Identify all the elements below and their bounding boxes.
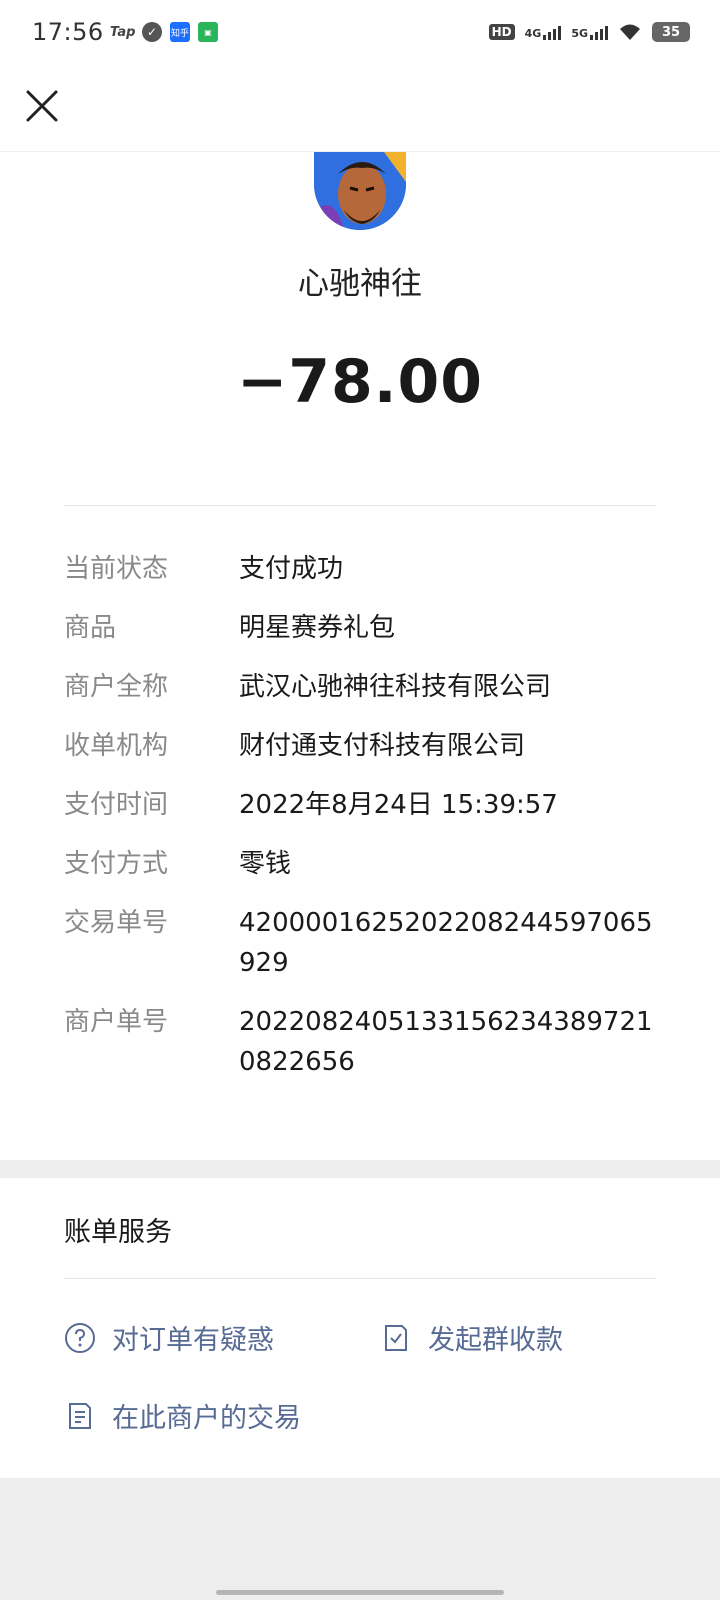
detail-label: 收单机构 — [64, 731, 169, 761]
divider — [64, 505, 656, 506]
detail-value: 零钱 — [239, 849, 292, 879]
group-collect-label: 发起群收款 — [428, 1325, 563, 1356]
detail-value: 武汉心驰神往科技有限公司 — [239, 672, 552, 702]
detail-row-product: 商品 明星赛券礼包 — [64, 611, 664, 648]
detail-label: 支付方式 — [64, 849, 169, 879]
status-bar: 17:56 Tap ✓ 知乎 ▣ HD 4G 5G 35 — [0, 0, 720, 68]
close-button[interactable] — [18, 82, 66, 130]
merchant-avatar — [314, 152, 406, 230]
detail-label: 商品 — [64, 613, 117, 643]
detail-label: 支付时间 — [64, 790, 169, 820]
detail-value[interactable]: 2022082405133156234389721 0822656 — [239, 1002, 659, 1082]
order-question-label: 对订单有疑惑 — [112, 1325, 274, 1356]
payment-amount: −78.00 — [236, 347, 484, 417]
tap-icon: Tap — [110, 24, 136, 40]
merchant-trades-label: 在此商户的交易 — [112, 1403, 301, 1434]
merchant-trades-link[interactable]: 在此商户的交易 — [64, 1396, 301, 1435]
services-title: 账单服务 — [64, 1217, 172, 1248]
transaction-card: 心驰神往 −78.00 当前状态 支付成功 商品 明星赛券礼包 商户全称 武汉心… — [0, 152, 720, 1160]
detail-row-acquirer: 收单机构 财付通支付科技有限公司 — [64, 729, 664, 766]
group-collect-link[interactable]: 发起群收款 — [380, 1318, 563, 1357]
detail-label: 交易单号 — [64, 908, 169, 938]
hd-icon: HD — [488, 24, 515, 40]
question-icon — [65, 1322, 95, 1353]
detail-row-merchant-order-id: 商户单号 2022082405133156234389721 0822656 — [64, 1005, 664, 1082]
close-icon — [26, 90, 58, 122]
zhihu-icon: 知乎 — [170, 22, 190, 42]
home-indicator[interactable] — [216, 1590, 504, 1595]
detail-label: 当前状态 — [64, 554, 169, 584]
status-app-icons: Tap ✓ 知乎 ▣ — [110, 22, 218, 42]
check-icon: ✓ — [142, 22, 162, 42]
detail-value: 2022年8月24日 15:39:57 — [239, 790, 558, 820]
detail-value: 财付通支付科技有限公司 — [239, 731, 526, 761]
document-icon — [69, 1402, 91, 1429]
checklist-icon — [385, 1324, 407, 1351]
divider — [64, 1278, 656, 1279]
status-time: 17:56 — [32, 18, 104, 46]
detail-row-status: 当前状态 支付成功 — [64, 552, 664, 589]
detail-label: 商户单号 — [64, 1007, 169, 1037]
top-nav — [0, 68, 720, 152]
detail-row-pay-method: 支付方式 零钱 — [64, 847, 664, 884]
merchant-name: 心驰神往 — [298, 266, 422, 302]
battery-icon: 35 — [652, 22, 690, 42]
detail-row-merchant-fullname: 商户全称 武汉心驰神往科技有限公司 — [64, 670, 664, 707]
wifi-icon — [620, 24, 640, 40]
signal-5g-icon: 5G — [571, 24, 608, 40]
detail-value: 明星赛券礼包 — [239, 613, 396, 643]
detail-value[interactable]: 4200001625202208244597065929 — [239, 903, 659, 983]
detail-list: 当前状态 支付成功 商品 明星赛券礼包 商户全称 武汉心驰神往科技有限公司 收单… — [64, 552, 664, 1104]
signal-4g-icon: 4G — [525, 24, 562, 40]
order-question-link[interactable]: 对订单有疑惑 — [64, 1318, 274, 1357]
status-system-icons: HD 4G 5G 35 — [488, 22, 690, 42]
green-app-icon: ▣ — [198, 22, 218, 42]
detail-value: 支付成功 — [239, 554, 344, 584]
bill-services: 账单服务 对订单有疑惑 发起群收款 在此商户的交易 — [0, 1178, 720, 1478]
detail-row-transaction-id: 交易单号 4200001625202208244597065929 — [64, 906, 664, 983]
detail-label: 商户全称 — [64, 672, 169, 702]
detail-row-pay-time: 支付时间 2022年8月24日 15:39:57 — [64, 788, 664, 825]
